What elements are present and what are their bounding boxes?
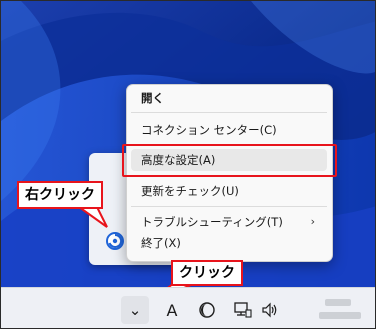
callout-label: 右クリック xyxy=(25,187,95,203)
taskbar: ⌄ A xyxy=(1,287,375,328)
menu-item-check-updates[interactable]: 更新をチェック(U) xyxy=(131,180,327,202)
callout-click: クリック xyxy=(171,260,243,286)
menu-item-open[interactable]: 開く xyxy=(131,87,327,109)
menu-item-label: 終了(X) xyxy=(141,236,181,250)
moon-icon[interactable] xyxy=(194,296,220,324)
network-svg xyxy=(234,302,252,318)
menu-item-label: コネクション センター(C) xyxy=(141,123,277,137)
network-icon[interactable] xyxy=(230,296,256,324)
speaker-icon[interactable] xyxy=(257,296,283,324)
moon-svg xyxy=(199,302,215,318)
callout-right-click: 右クリック xyxy=(17,181,103,209)
ime-icon[interactable]: A xyxy=(159,296,185,324)
chevron-glyph: ⌄ xyxy=(128,301,142,319)
menu-item-label: 更新をチェック(U) xyxy=(141,184,239,198)
chevron-right-icon: › xyxy=(310,215,315,228)
menu-separator xyxy=(131,112,327,113)
menu-item-label: トラブルシューティング(T) xyxy=(141,215,283,229)
ime-label: A xyxy=(166,300,178,320)
clock-redacted[interactable] xyxy=(319,294,363,324)
redacted-time xyxy=(325,299,351,306)
screenshot-frame: 開く コネクション センター(C) 高度な設定(A) 更新をチェック(U) トラ… xyxy=(0,0,376,329)
menu-separator xyxy=(131,206,327,207)
menu-item-label: 開く xyxy=(141,91,164,105)
chevron-up-icon[interactable]: ⌄ xyxy=(121,296,149,324)
callout-label: クリック xyxy=(179,265,235,281)
highlight-box xyxy=(122,144,337,177)
menu-item-connection-center[interactable]: コネクション センター(C) xyxy=(131,119,327,141)
speaker-svg xyxy=(262,302,277,318)
menu-item-exit[interactable]: 終了(X) xyxy=(131,232,327,254)
menu-item-troubleshooting[interactable]: トラブルシューティング(T) › xyxy=(131,211,327,233)
app-tray-icon[interactable] xyxy=(105,231,125,251)
redacted-date xyxy=(319,312,361,319)
